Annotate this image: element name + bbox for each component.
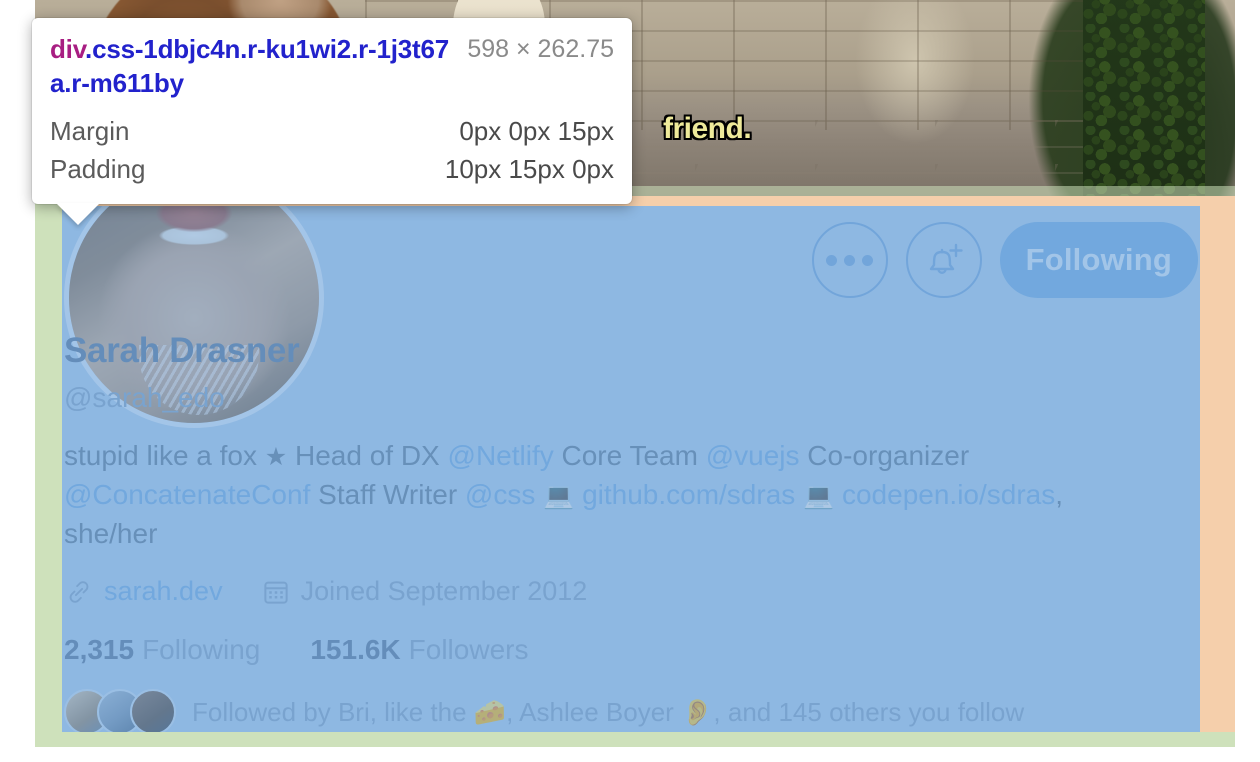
facepile [64,689,176,732]
profile-meta: sarah.dev Joined September 2012 [64,576,587,607]
tooltip-class-list: .css-1dbjc4n.r-ku1wi2.r-1j3t67a.r-m611by [50,34,449,98]
followed-by-text: Followed by Bri, like the 🧀, Ashlee Boye… [192,696,1025,727]
tooltip-header: div.css-1dbjc4n.r-ku1wi2.r-1j3t67a.r-m61… [50,32,614,100]
tooltip-padding-value: 10px 15px 0px [444,154,614,184]
bio-text [574,479,582,510]
followed-by-row[interactable]: Followed by Bri, like the 🧀, Ashlee Boye… [64,689,1024,732]
bio-text: Co-organizer [799,440,970,471]
bio-text [795,479,803,510]
more-options-button[interactable] [811,222,888,298]
bio-mention[interactable]: codepen.io/sdras [842,479,1055,510]
tooltip-tag-name: div [50,34,86,64]
bio-mention[interactable]: @css [465,479,535,510]
tooltip-selector: div.css-1dbjc4n.r-ku1wi2.r-1j3t67a.r-m61… [50,32,449,100]
bio-mention[interactable]: @vuejs [706,440,800,471]
profile-actions: Following [811,222,1198,298]
link-icon [69,580,89,603]
tooltip-row-padding: Padding 10px 15px 0px [50,150,614,188]
website-link[interactable]: sarah.dev [104,576,223,607]
profile-handle: @sarah_edo [64,382,225,413]
bio-text [535,479,543,510]
followers-label[interactable]: Followers [409,634,529,666]
following-count[interactable]: 2,315 [64,634,134,666]
tooltip-pointer-arrow [56,203,100,225]
bio-emoji: 💻 [543,482,575,510]
calendar-icon [263,581,288,604]
bio-text: Staff Writer [310,479,465,510]
followers-count[interactable]: 151.6K [310,634,400,666]
facepile-avatar [130,689,176,732]
tooltip-padding-key: Padding [50,154,146,184]
following-label[interactable]: Following [142,634,260,666]
profile-display-name: Sarah Drasner [64,331,300,370]
devtools-element-tooltip: div.css-1dbjc4n.r-ku1wi2.r-1j3t67a.r-m61… [32,18,632,225]
notifications-button[interactable] [905,222,982,298]
banner-caption: friend. [663,112,752,145]
profile-section: Following Sarah Drasner @sarah_edo stupi… [62,206,1200,732]
banner-ivy [1083,0,1205,196]
tooltip-metrics: Margin 0px 0px 15px Padding 10px 15px 0p… [50,112,614,188]
bio-mention[interactable]: @Netlify [448,440,554,471]
bio-text [834,479,842,510]
tooltip-dimensions: 598 × 262.75 [467,35,614,63]
bio-mention[interactable]: github.com/sdras [582,479,795,510]
profile-stats: 2,315 Following 151.6K Followers [64,634,528,666]
profile-bio: stupid like a fox ★ Head of DX @Netlify … [64,437,1139,553]
tooltip-row-margin: Margin 0px 0px 15px [50,112,614,150]
tooltip-margin-value: 0px 0px 15px [459,116,614,146]
joined-date: Joined September 2012 [300,576,588,606]
more-horizontal-icon [826,254,874,266]
page-root: friend. Following Sarah Drasner @sarah_e… [0,0,1260,762]
bio-emoji: ★ [264,443,288,471]
bio-text: stupid like a fox [64,440,265,471]
following-button[interactable]: Following [999,222,1198,298]
bio-text: Core Team [553,440,706,471]
bio-mention[interactable]: @ConcatenateConf [64,479,310,510]
bio-text: Head of DX [287,440,448,471]
bell-plus-icon [929,243,963,274]
bio-emoji: 💻 [803,482,835,510]
tooltip-margin-key: Margin [50,116,130,146]
